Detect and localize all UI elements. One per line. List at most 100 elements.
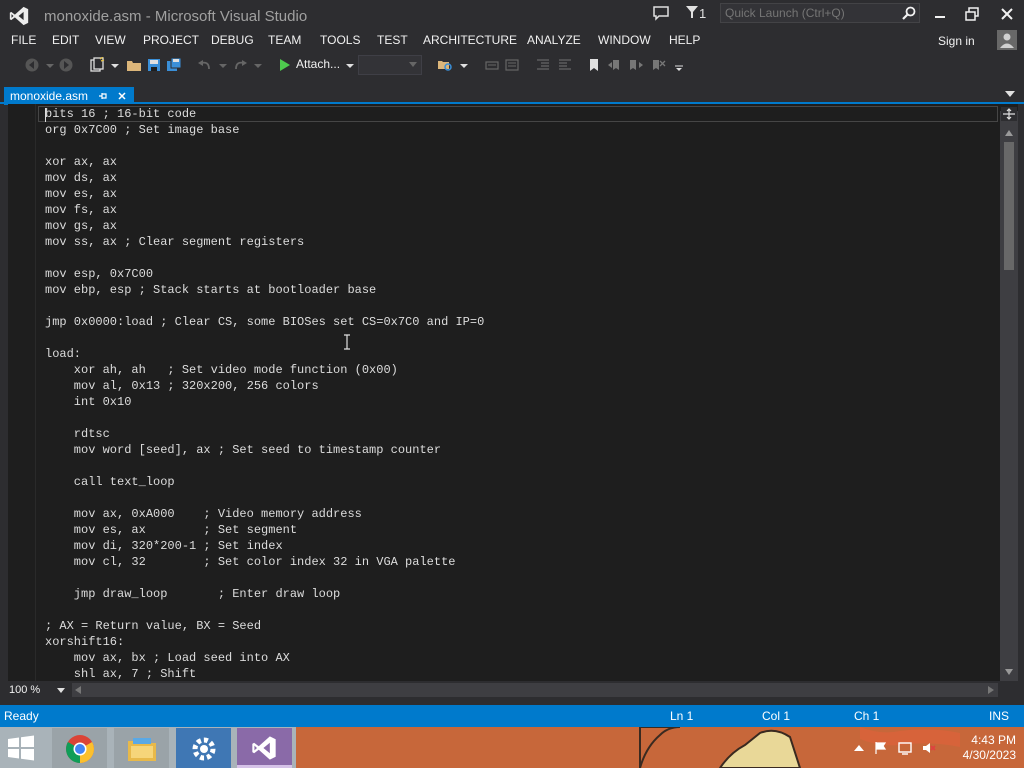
taskbar-chrome[interactable]: [52, 728, 107, 768]
code-line[interactable]: [45, 298, 995, 314]
search-icon[interactable]: [902, 6, 916, 20]
bookmark-icon[interactable]: [586, 57, 602, 73]
code-line[interactable]: mov fs, ax: [45, 202, 995, 218]
feedback-icon[interactable]: [652, 5, 670, 21]
redo-icon[interactable]: [232, 57, 248, 73]
dropdown-arrow-icon[interactable]: [107, 57, 123, 73]
scroll-right-arrow-icon[interactable]: [988, 686, 994, 694]
code-line[interactable]: xor ah, ah ; Set video mode function (0x…: [45, 362, 995, 378]
zoom-select[interactable]: 100 %: [6, 682, 66, 698]
back-icon[interactable]: [24, 57, 40, 73]
code-line[interactable]: [45, 138, 995, 154]
start-icon[interactable]: [276, 57, 292, 73]
avatar[interactable]: [997, 30, 1017, 50]
menu-edit[interactable]: EDIT: [52, 33, 79, 47]
menu-analyze[interactable]: ANALYZE: [527, 33, 581, 47]
menu-file[interactable]: FILE: [11, 33, 36, 47]
decrease-indent-icon[interactable]: [535, 57, 551, 73]
menu-window[interactable]: WINDOW: [598, 33, 651, 47]
volume-muted-icon[interactable]: [922, 741, 936, 755]
toggle-comment-icon[interactable]: [484, 57, 500, 73]
code-line[interactable]: org 0x7C00 ; Set image base: [45, 122, 995, 138]
title-bar[interactable]: monoxide.asm - Microsoft Visual Studio 1: [0, 0, 1024, 30]
code-line[interactable]: mov gs, ax: [45, 218, 995, 234]
windows-start-icon[interactable]: [4, 733, 38, 763]
dropdown-arrow-icon[interactable]: [215, 57, 231, 73]
code-line[interactable]: mov esp, 0x7C00: [45, 266, 995, 282]
code-line[interactable]: call text_loop: [45, 474, 995, 490]
code-line[interactable]: load:: [45, 346, 995, 362]
code-line[interactable]: [45, 458, 995, 474]
scroll-left-arrow-icon[interactable]: [75, 686, 81, 694]
menu-help[interactable]: HELP: [669, 33, 700, 47]
minimize-icon[interactable]: [932, 6, 948, 22]
clear-bookmarks-icon[interactable]: [650, 57, 666, 73]
notification-flag-icon[interactable]: [686, 5, 698, 19]
code-line[interactable]: shl ax, 7 ; Shift: [45, 666, 995, 681]
code-line[interactable]: mov ebp, esp ; Stack starts at bootloade…: [45, 282, 995, 298]
code-line[interactable]: mov ax, bx ; Load seed into AX: [45, 650, 995, 666]
code-line[interactable]: bits 16 ; 16-bit code: [45, 106, 995, 122]
code-line[interactable]: mov di, 320*200-1 ; Set index: [45, 538, 995, 554]
code-line[interactable]: mov al, 0x13 ; 320x200, 256 colors: [45, 378, 995, 394]
solution-configuration-select[interactable]: [358, 55, 422, 75]
menu-architecture[interactable]: ARCHITECTURE: [423, 33, 517, 47]
code-line[interactable]: mov es, ax ; Set segment: [45, 522, 995, 538]
menu-team[interactable]: TEAM: [268, 33, 301, 47]
vertical-scroll-thumb[interactable]: [1004, 142, 1014, 270]
code-line[interactable]: xorshift16:: [45, 634, 995, 650]
undo-icon[interactable]: [197, 57, 213, 73]
restore-icon[interactable]: [964, 6, 980, 22]
network-icon[interactable]: [898, 741, 912, 755]
forward-icon[interactable]: [58, 57, 74, 73]
code-line[interactable]: mov word [seed], ax ; Set seed to timest…: [45, 442, 995, 458]
split-window-icon[interactable]: [1001, 107, 1017, 121]
code-line[interactable]: mov cl, 32 ; Set color index 32 in VGA p…: [45, 554, 995, 570]
code-line[interactable]: int 0x10: [45, 394, 995, 410]
code-line[interactable]: [45, 250, 995, 266]
quick-launch-box[interactable]: [720, 3, 920, 23]
open-file-icon[interactable]: [126, 57, 142, 73]
editor-gutter[interactable]: [8, 104, 36, 681]
code-line[interactable]: mov ax, 0xA000 ; Video memory address: [45, 506, 995, 522]
code-line[interactable]: rdtsc: [45, 426, 995, 442]
scroll-up-arrow-icon[interactable]: [1005, 130, 1013, 136]
taskbar-clock[interactable]: 4:43 PM 4/30/2023: [946, 733, 1016, 763]
close-icon[interactable]: [999, 6, 1015, 22]
close-tab-icon[interactable]: [117, 91, 127, 101]
code-line[interactable]: mov es, ax: [45, 186, 995, 202]
dropdown-arrow-icon[interactable]: [250, 57, 266, 73]
active-files-dropdown-icon[interactable]: [1005, 91, 1015, 97]
quick-launch-input[interactable]: [721, 4, 901, 22]
menu-project[interactable]: PROJECT: [143, 33, 199, 47]
increase-indent-icon[interactable]: [557, 57, 573, 73]
menu-debug[interactable]: DEBUG: [211, 33, 254, 47]
dropdown-arrow-icon[interactable]: [42, 57, 58, 73]
uncomment-icon[interactable]: [504, 57, 520, 73]
menu-view[interactable]: VIEW: [95, 33, 126, 47]
code-line[interactable]: xor ax, ax: [45, 154, 995, 170]
next-bookmark-icon[interactable]: [628, 57, 644, 73]
menu-test[interactable]: TEST: [377, 33, 408, 47]
dropdown-arrow-icon[interactable]: [342, 57, 358, 73]
horizontal-scrollbar[interactable]: [72, 683, 998, 697]
horizontal-scroll-thumb[interactable]: [86, 686, 986, 694]
scroll-down-arrow-icon[interactable]: [1005, 669, 1013, 675]
pin-icon[interactable]: [98, 91, 108, 101]
code-line[interactable]: mov ds, ax: [45, 170, 995, 186]
code-line[interactable]: jmp 0x0000:load ; Clear CS, some BIOSes …: [45, 314, 995, 330]
code-line[interactable]: ; AX = Return value, BX = Seed: [45, 618, 995, 634]
toolbar-options-icon[interactable]: [671, 57, 687, 73]
code-editor[interactable]: bits 16 ; 16-bit code org 0x7C00 ; Set im…: [8, 104, 1018, 681]
code-line[interactable]: [45, 410, 995, 426]
new-project-icon[interactable]: [89, 57, 105, 73]
code-line[interactable]: jmp draw_loop ; Enter draw loop: [45, 586, 995, 602]
code-line[interactable]: [45, 570, 995, 586]
taskbar-visual-studio[interactable]: [237, 728, 292, 768]
attach-button[interactable]: Attach...: [296, 57, 340, 71]
action-center-flag-icon[interactable]: [874, 741, 888, 755]
save-all-icon[interactable]: [166, 57, 182, 73]
taskbar-control-panel[interactable]: [176, 728, 231, 768]
taskbar-file-explorer[interactable]: [114, 728, 169, 768]
save-icon[interactable]: [146, 57, 162, 73]
